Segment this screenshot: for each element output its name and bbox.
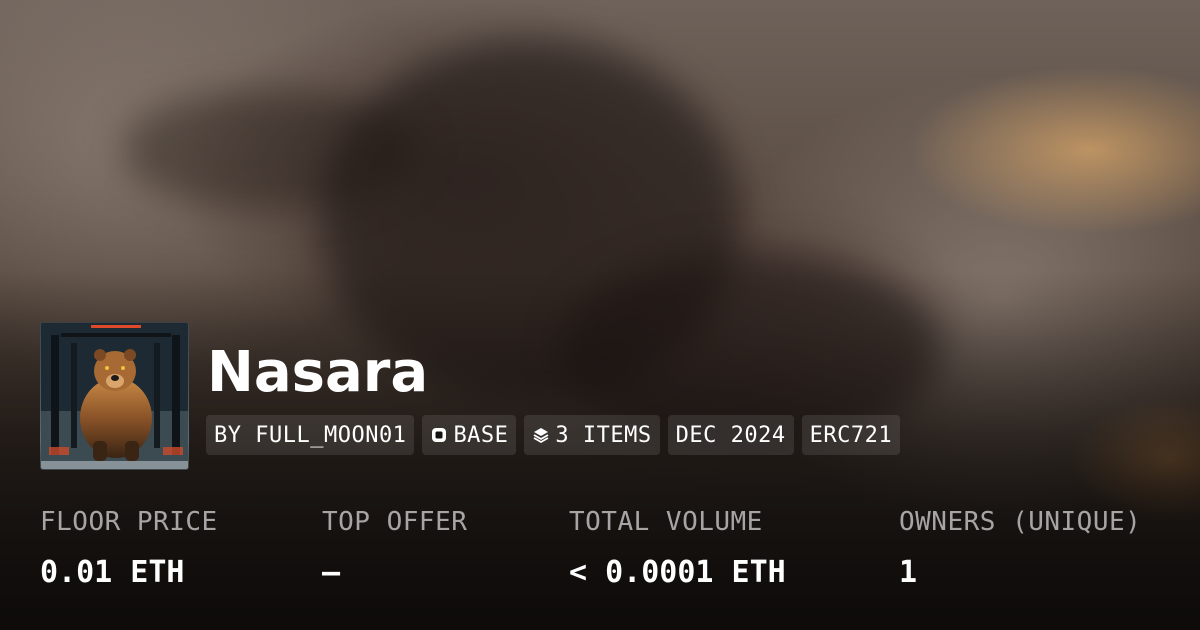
chain-badge: BASE [422, 415, 517, 455]
stat-top-offer: TOP OFFER – [322, 505, 467, 591]
date-badge-label: DEC 2024 [675, 422, 786, 448]
stat-top-offer-value: – [322, 555, 341, 590]
standard-badge-label: ERC721 [809, 422, 893, 448]
items-badge-label: 3 ITEMS [555, 422, 652, 448]
items-badge: 3 ITEMS [524, 415, 660, 455]
chain-badge-label: BASE [453, 422, 509, 448]
stat-total-volume-label: TOTAL VOLUME [569, 507, 763, 537]
creator-badge: BY FULL_MOON01 [206, 415, 415, 455]
stat-top-offer-label: TOP OFFER [322, 507, 468, 537]
base-chain-icon [430, 426, 448, 444]
stat-total-volume-value: < 0.0001 ETH [569, 555, 786, 590]
stat-owners-value: 1 [899, 555, 918, 590]
creator-badge-label: BY FULL_MOON01 [214, 422, 407, 448]
stat-floor-price-label: FLOOR PRICE [40, 507, 218, 537]
stat-total-volume: TOTAL VOLUME < 0.0001 ETH [569, 505, 786, 591]
bear-avatar-image [41, 323, 188, 469]
stat-floor-price-value: 0.01 ETH [40, 555, 185, 590]
layers-icon [532, 426, 550, 444]
date-badge: DEC 2024 [667, 415, 794, 455]
stat-floor-price: FLOOR PRICE 0.01 ETH [40, 505, 218, 591]
collection-share-card: Nasara BY FULL_MOON01 BASE 3 ITEMS DEC 2… [0, 0, 1200, 630]
collection-badges: BY FULL_MOON01 BASE 3 ITEMS DEC 2024 ERC… [206, 415, 901, 455]
standard-badge: ERC721 [801, 415, 901, 455]
stat-owners: OWNERS (UNIQUE) 1 [899, 505, 1141, 591]
stat-owners-label: OWNERS (UNIQUE) [899, 507, 1142, 537]
banner-figure-arm [120, 90, 420, 210]
collection-avatar [40, 322, 189, 470]
collection-title: Nasara [207, 340, 429, 405]
